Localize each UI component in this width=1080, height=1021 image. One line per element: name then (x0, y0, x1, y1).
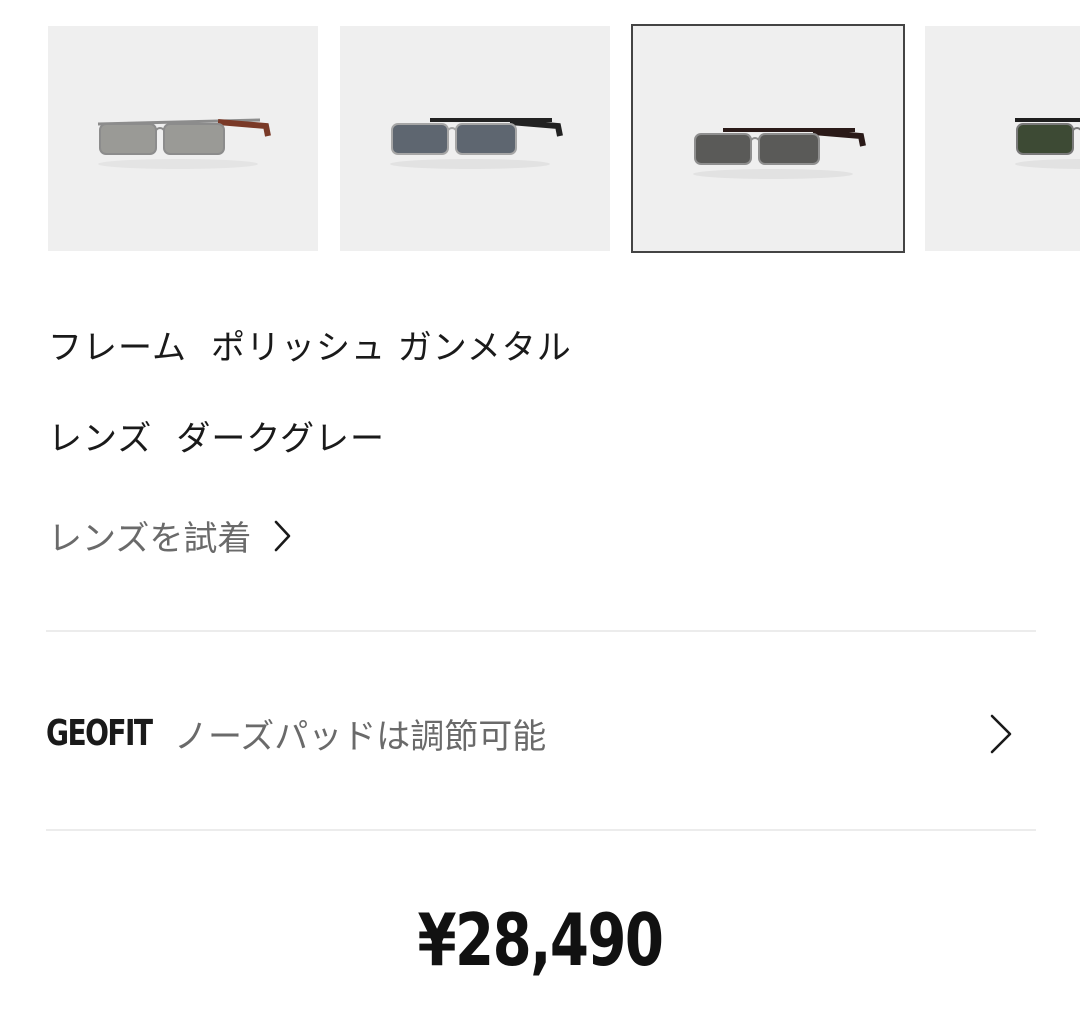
sunglasses-image (1015, 118, 1080, 169)
try-on-lenses-link[interactable]: レンズを試着 (48, 511, 293, 560)
geofit-description: ノーズパッドは調節可能 (174, 716, 547, 757)
sunglasses-image (97, 118, 271, 169)
price: ¥28,490 (0, 898, 1080, 982)
sunglasses-image (390, 118, 563, 169)
lens-detail: レンズ ダークグレー (48, 411, 385, 460)
chevron-right-icon (990, 714, 1012, 754)
variant-thumb-3-selected[interactable] (631, 24, 905, 253)
frame-label: フレーム (48, 328, 187, 368)
variant-thumb-2[interactable] (340, 26, 610, 251)
frame-value: ポリッシュ ガンメタル (210, 328, 572, 368)
geofit-brand: GEOFIT (46, 712, 153, 754)
geofit-row[interactable]: GEOFIT ノーズパッドは調節可能 (46, 690, 1036, 776)
variant-thumb-1[interactable] (48, 26, 318, 251)
frame-detail: フレーム ポリッシュ ガンメタル (48, 320, 572, 369)
divider (46, 630, 1036, 632)
try-on-label: レンズを試着 (48, 519, 252, 559)
variant-carousel (0, 24, 1080, 254)
variant-thumb-4[interactable] (925, 26, 1080, 251)
chevron-right-icon (275, 520, 291, 551)
sunglasses-image (693, 128, 866, 179)
divider (46, 829, 1036, 831)
lens-value: ダークグレー (176, 419, 385, 459)
lens-label: レンズ (48, 419, 153, 459)
price-value: ¥28,490 (417, 898, 664, 982)
